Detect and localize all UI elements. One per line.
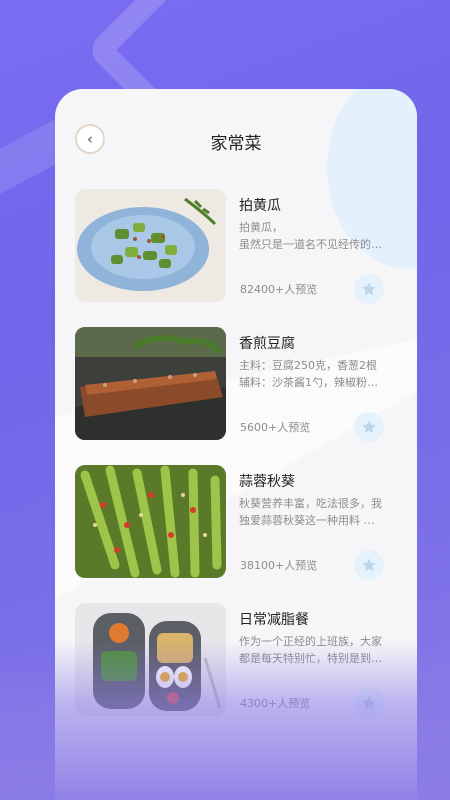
recipe-name: 日常减脂餐 [239,612,309,628]
description-line: 独爱蒜蓉秋葵这一种用料 … [239,514,375,527]
star-icon [362,696,376,710]
recipe-thumbnail[interactable] [75,189,226,302]
recipe-list: 拍黄瓜 拍黄瓜， 虽然只是一道名不见经传的… 82400+人预览 香煎豆腐 主料… [75,189,397,741]
recipe-thumbnail[interactable] [75,603,226,716]
recipe-description: 作为一个正经的上班族，大家 都是每天特别忙，特别是到… [239,633,397,667]
recipe-item[interactable]: 拍黄瓜 拍黄瓜， 虽然只是一道名不见经传的… 82400+人预览 [75,189,397,327]
recipe-description: 秋葵营养丰富，吃法很多，我 独爱蒜蓉秋葵这一种用料 … [239,495,397,529]
page-title: 家常菜 [210,134,262,154]
recipe-description: 主料：豆腐250克，香葱2根 辅料：沙茶酱1勺，辣椒粉… [239,357,397,391]
header: ‹ 家常菜 [55,89,417,189]
recipe-thumbnail[interactable] [75,465,226,578]
recipe-item[interactable]: 香煎豆腐 主料：豆腐250克，香葱2根 辅料：沙茶酱1勺，辣椒粉… 5600+人… [75,327,397,465]
recipe-name: 香煎豆腐 [239,336,295,352]
view-count: 82400+人预览 [240,283,318,296]
description-line: 作为一个正经的上班族，大家 [239,635,382,648]
recipe-card-panel: ‹ 家常菜 拍黄瓜 拍黄瓜， 虽然只是一道名不见经传的… 82400+人预览 香… [55,89,417,800]
favorite-button[interactable] [354,550,384,580]
recipe-item[interactable]: 蒜蓉秋葵 秋葵营养丰富，吃法很多，我 独爱蒜蓉秋葵这一种用料 … 38100+人… [75,465,397,603]
favorite-button[interactable] [354,274,384,304]
star-icon [362,558,376,572]
view-count: 4300+人预览 [240,697,311,710]
favorite-button[interactable] [354,412,384,442]
star-icon [362,282,376,296]
recipe-item[interactable]: 日常减脂餐 作为一个正经的上班族，大家 都是每天特别忙，特别是到… 4300+人… [75,603,397,741]
star-icon [362,420,376,434]
recipe-name: 拍黄瓜 [239,198,281,214]
description-line: 虽然只是一道名不见经传的… [239,238,382,251]
view-count: 38100+人预览 [240,559,318,572]
recipe-name: 蒜蓉秋葵 [239,474,295,490]
description-line: 主料：豆腐250克，香葱2根 [239,359,377,372]
description-line: 秋葵营养丰富，吃法很多，我 [239,497,382,510]
favorite-button[interactable] [354,688,384,718]
description-line: 拍黄瓜， [239,221,283,234]
recipe-description: 拍黄瓜， 虽然只是一道名不见经传的… [239,219,397,253]
view-count: 5600+人预览 [240,421,311,434]
recipe-thumbnail[interactable] [75,327,226,440]
description-line: 辅料：沙茶酱1勺，辣椒粉… [239,376,378,389]
description-line: 都是每天特别忙，特别是到… [239,652,382,665]
